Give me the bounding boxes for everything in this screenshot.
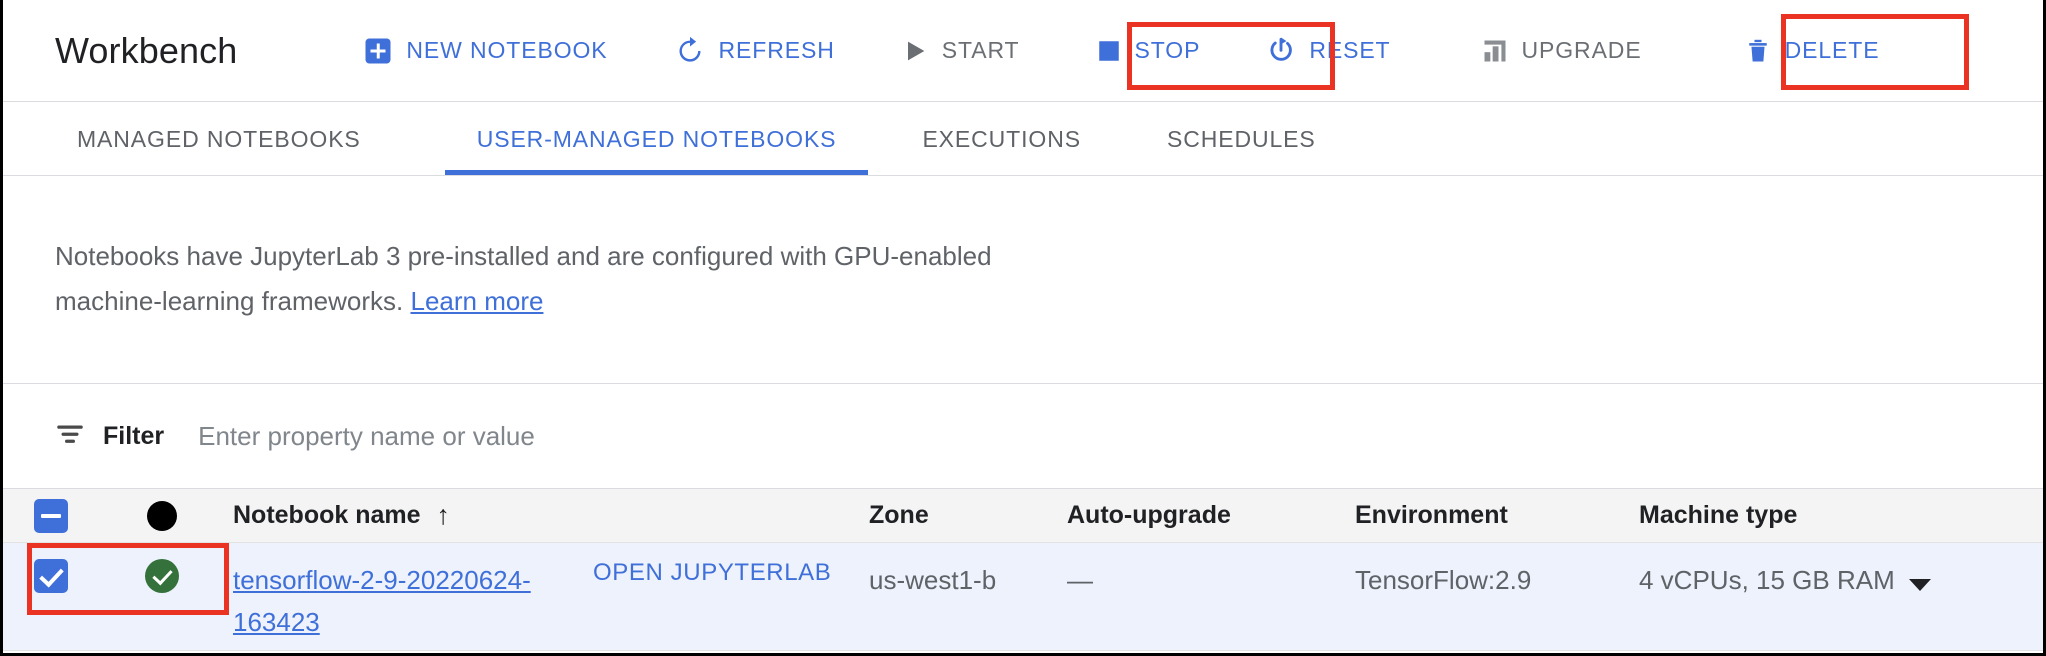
select-all-cell [3, 498, 99, 533]
row-machine-type-cell: 4 vCPUs, 15 GB RAM [1639, 559, 1939, 601]
tab-managed-notebooks[interactable]: MANAGED NOTEBOOKS [45, 103, 393, 175]
select-all-checkbox[interactable] [34, 498, 68, 533]
column-header-notebook-name[interactable]: Notebook name ↑ [225, 501, 593, 530]
power-reset-icon [1266, 36, 1296, 66]
row-open-cell: OPEN JUPYTERLAB [593, 559, 869, 587]
row-select-cell [3, 559, 99, 593]
filter-input[interactable] [196, 419, 901, 453]
tab-managed-notebooks-label: MANAGED NOTEBOOKS [77, 125, 361, 152]
row-name-cell: tensorflow-2-9-20220624-163423 [225, 559, 593, 643]
environment-value: TensorFlow:2.9 [1355, 565, 1532, 595]
upgrade-bars-icon [1481, 37, 1509, 65]
start-label: START [941, 37, 1020, 63]
workbench-page: Workbench NEW NOTEBOOK REFRESH START STO… [0, 0, 2046, 656]
tab-schedules-label: SCHEDULES [1166, 125, 1316, 152]
trash-icon [1744, 37, 1772, 65]
tab-bar: MANAGED NOTEBOOKS USER-MANAGED NOTEBOOKS… [3, 102, 2043, 176]
column-header-machine-type[interactable]: Machine type [1639, 501, 1939, 530]
tab-executions-label: EXECUTIONS [922, 125, 1081, 152]
auto-upgrade-value: — [1067, 565, 1093, 595]
tab-user-managed-notebooks-label: USER-MANAGED NOTEBOOKS [476, 125, 837, 152]
stop-square-icon [1096, 38, 1122, 64]
page-title: Workbench [55, 29, 238, 71]
tab-schedules[interactable]: SCHEDULES [1135, 103, 1348, 175]
notebooks-table: Notebook name ↑ Zone Auto-upgrade Enviro… [3, 488, 2043, 651]
column-header-environment-label: Environment [1355, 501, 1508, 529]
tab-user-managed-notebooks[interactable]: USER-MANAGED NOTEBOOKS [444, 103, 869, 175]
zone-value: us-west1-b [869, 565, 997, 595]
row-environment-cell: TensorFlow:2.9 [1355, 559, 1639, 601]
delete-button[interactable]: DELETE [1718, 22, 1906, 80]
table-header-row: Notebook name ↑ Zone Auto-upgrade Enviro… [3, 489, 2043, 543]
column-header-auto-upgrade-label: Auto-upgrade [1067, 501, 1231, 529]
delete-label: DELETE [1784, 37, 1880, 63]
sort-ascending-icon: ↑ [436, 500, 451, 530]
column-header-zone[interactable]: Zone [869, 501, 1067, 530]
column-header-environment[interactable]: Environment [1355, 501, 1639, 530]
machine-type-expand-caret-icon[interactable] [1908, 578, 1931, 591]
status-circle-icon [147, 500, 177, 531]
upgrade-button[interactable]: UPGRADE [1467, 22, 1656, 80]
row-status-cell [99, 559, 225, 593]
filter-label: Filter [103, 421, 165, 450]
filter-bar: Filter [3, 384, 2043, 488]
reset-label: RESET [1309, 37, 1391, 63]
column-header-machine-type-label: Machine type [1639, 501, 1798, 529]
play-icon [901, 37, 929, 65]
start-button[interactable]: START [887, 22, 1034, 80]
stop-button[interactable]: STOP [1070, 22, 1227, 80]
table-row[interactable]: tensorflow-2-9-20220624-163423 OPEN JUPY… [3, 543, 2043, 651]
machine-type-value: 4 vCPUs, 15 GB RAM [1639, 565, 1895, 595]
description-text-block: Notebooks have JupyterLab 3 pre-installe… [55, 234, 1075, 324]
upgrade-label: UPGRADE [1521, 37, 1642, 63]
row-zone-cell: us-west1-b [869, 559, 1067, 601]
open-jupyterlab-link[interactable]: OPEN JUPYTERLAB [593, 559, 831, 586]
add-box-icon [363, 36, 393, 66]
tab-executions[interactable]: EXECUTIONS [890, 103, 1113, 175]
refresh-button[interactable]: REFRESH [660, 22, 849, 80]
reset-button[interactable]: RESET [1252, 22, 1404, 80]
top-toolbar: Workbench NEW NOTEBOOK REFRESH START STO… [3, 0, 2043, 102]
column-header-auto-upgrade[interactable]: Auto-upgrade [1067, 501, 1355, 530]
row-auto-upgrade-cell: — [1067, 559, 1355, 601]
stop-label: STOP [1134, 37, 1201, 63]
status-header-cell [99, 500, 225, 531]
row-select-checkbox[interactable] [34, 559, 68, 593]
notebook-name-link[interactable]: tensorflow-2-9-20220624-163423 [233, 565, 531, 637]
filter-list-icon[interactable] [53, 417, 87, 456]
new-notebook-button[interactable]: NEW NOTEBOOK [349, 22, 621, 80]
refresh-icon [674, 35, 706, 67]
column-header-zone-label: Zone [869, 501, 929, 529]
refresh-label: REFRESH [718, 37, 835, 63]
new-notebook-label: NEW NOTEBOOK [406, 37, 608, 63]
description-panel: Notebooks have JupyterLab 3 pre-installe… [3, 176, 2043, 384]
check-circle-green-icon [145, 559, 179, 593]
learn-more-link[interactable]: Learn more [410, 286, 543, 316]
column-header-notebook-name-label: Notebook name [233, 501, 421, 529]
